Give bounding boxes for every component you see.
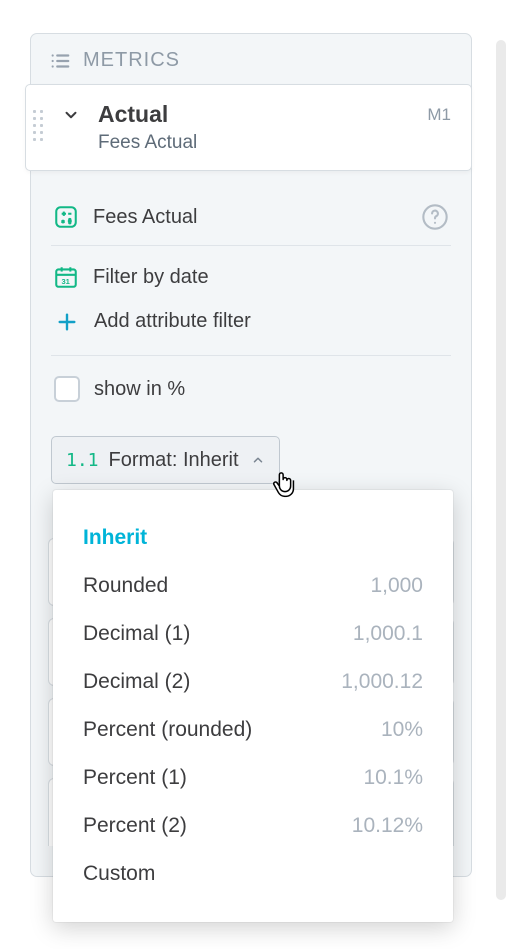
option-label: Percent (2) [83, 814, 187, 838]
format-option-decimal-1[interactable]: Decimal (1) 1,000.1 [53, 610, 453, 658]
metric-subtitle: Fees Actual [98, 132, 451, 154]
format-option-decimal-2[interactable]: Decimal (2) 1,000.12 [53, 658, 453, 706]
metrics-list-icon [49, 50, 71, 72]
metric-name-label: Fees Actual [93, 206, 198, 229]
format-option-rounded[interactable]: Rounded 1,000 [53, 562, 453, 610]
format-label: Format: Inherit [109, 449, 239, 472]
chevron-down-icon[interactable] [62, 106, 80, 124]
format-button[interactable]: 1.1 Format: Inherit [51, 436, 280, 484]
option-sample: 10.12% [352, 814, 423, 838]
metric-card-actual[interactable]: Actual M1 Fees Actual [25, 84, 472, 171]
option-sample: 1,000.1 [353, 622, 423, 646]
option-sample: 10.1% [363, 766, 423, 790]
metric-name-row[interactable]: Fees Actual [51, 189, 451, 246]
svg-text:31: 31 [61, 277, 69, 286]
add-filter-label: Add attribute filter [94, 310, 251, 333]
show-in-percent-row[interactable]: show in % [51, 356, 451, 416]
drag-handle-icon[interactable] [33, 107, 43, 143]
measure-icon [53, 204, 79, 230]
filters-block: 31 Filter by date Add attribute filter [51, 246, 451, 356]
scrollbar[interactable] [496, 40, 506, 900]
metric-tag: M1 [427, 105, 451, 125]
option-sample: 1,000.12 [341, 670, 423, 694]
option-label: Inherit [83, 526, 147, 550]
calendar-icon: 31 [53, 264, 79, 290]
option-sample: 1,000 [370, 574, 423, 598]
format-option-percent-1[interactable]: Percent (1) 10.1% [53, 754, 453, 802]
option-label: Decimal (2) [83, 670, 190, 694]
format-option-percent-2[interactable]: Percent (2) 10.12% [53, 802, 453, 850]
show-percent-label: show in % [94, 378, 185, 401]
format-option-percent-rounded[interactable]: Percent (rounded) 10% [53, 706, 453, 754]
format-dropdown[interactable]: Inherit Rounded 1,000 Decimal (1) 1,000.… [53, 490, 453, 922]
metric-title: Actual [98, 101, 168, 128]
help-icon[interactable] [421, 203, 449, 231]
option-label: Percent (1) [83, 766, 187, 790]
filter-by-date[interactable]: 31 Filter by date [51, 254, 451, 300]
format-prefix-icon: 1.1 [66, 450, 99, 471]
panel-title: METRICS [83, 49, 180, 72]
filter-date-label: Filter by date [93, 266, 209, 289]
option-label: Rounded [83, 574, 168, 598]
panel-header: METRICS [31, 34, 471, 85]
metric-details: Fees Actual 31 Filter by date [31, 171, 471, 508]
option-label: Decimal (1) [83, 622, 190, 646]
show-percent-checkbox[interactable] [54, 376, 80, 402]
option-label: Percent (rounded) [83, 718, 252, 742]
format-option-custom[interactable]: Custom [53, 850, 453, 898]
chevron-up-icon [251, 453, 265, 467]
option-sample: 10% [381, 718, 423, 742]
option-label: Custom [83, 862, 155, 886]
metric-row: Actual M1 [48, 101, 451, 128]
add-attribute-filter[interactable]: Add attribute filter [51, 300, 451, 343]
plus-icon [56, 311, 78, 333]
format-option-inherit[interactable]: Inherit [53, 514, 453, 562]
